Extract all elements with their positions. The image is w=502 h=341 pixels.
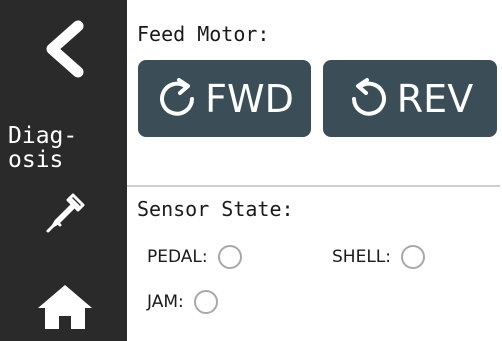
home-icon bbox=[38, 285, 92, 329]
shell-sensor-label: SHELL: bbox=[332, 247, 391, 267]
fwd-label: FWD bbox=[205, 76, 294, 121]
probe-pipette-icon bbox=[46, 193, 85, 233]
home-button[interactable] bbox=[34, 282, 96, 332]
chevron-left-icon bbox=[46, 20, 84, 78]
pedal-indicator bbox=[217, 245, 242, 269]
jam-indicator bbox=[193, 290, 218, 314]
back-button[interactable] bbox=[38, 18, 92, 80]
jam-sensor-label: JAM: bbox=[147, 292, 184, 312]
probe-button[interactable] bbox=[42, 190, 88, 236]
feed-motor-label: Feed Motor: bbox=[137, 22, 270, 46]
shell-sensor: SHELL: bbox=[332, 245, 425, 269]
sidebar: Diag- osis bbox=[0, 0, 127, 341]
jam-sensor: JAM: bbox=[147, 290, 218, 314]
fwd-button[interactable]: FWD bbox=[138, 60, 311, 137]
main-panel: Feed Motor: FWD REV Sensor State: PEDAL:… bbox=[127, 0, 502, 341]
rev-button[interactable]: REV bbox=[323, 60, 497, 137]
pedal-sensor: PEDAL: bbox=[147, 245, 242, 269]
rotate-counterclockwise-icon bbox=[351, 77, 386, 116]
sidebar-title: Diag- osis bbox=[8, 123, 78, 173]
shell-indicator bbox=[401, 245, 425, 269]
pedal-sensor-label: PEDAL: bbox=[147, 247, 208, 267]
rev-label: REV bbox=[396, 76, 474, 121]
section-divider bbox=[127, 185, 500, 187]
sensor-state-label: Sensor State: bbox=[137, 197, 294, 221]
rotate-clockwise-icon bbox=[160, 77, 195, 116]
